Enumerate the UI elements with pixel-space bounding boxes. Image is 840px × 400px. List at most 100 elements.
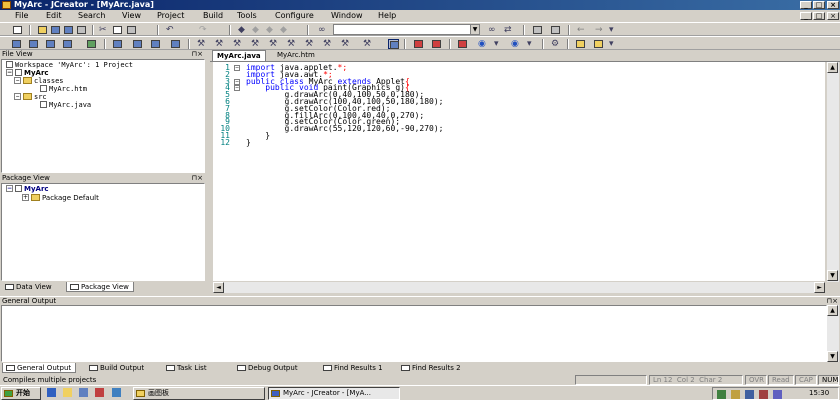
- menu-file[interactable]: File: [15, 11, 28, 21]
- doc-minimize-button[interactable]: _: [800, 12, 812, 20]
- build-button-7[interactable]: ⚒: [304, 39, 315, 49]
- doc-restore-button[interactable]: □: [813, 12, 825, 20]
- menu-project[interactable]: Project: [157, 11, 184, 21]
- package-default-node[interactable]: + Package Default: [22, 194, 99, 202]
- package-project-node[interactable]: − MyArc: [6, 185, 49, 193]
- full-screen-button[interactable]: [86, 39, 97, 49]
- output-view-button[interactable]: [62, 39, 73, 49]
- editor-horizontal-scrollbar[interactable]: ◄ ►: [213, 282, 825, 293]
- package-view-button[interactable]: [45, 39, 56, 49]
- jdk-profile-dropdown[interactable]: ▾: [493, 39, 504, 49]
- copy-button[interactable]: [112, 25, 123, 35]
- undo-button[interactable]: ↶: [165, 25, 176, 35]
- jdk-tools-button[interactable]: ◉: [510, 39, 521, 49]
- menu-configure[interactable]: Configure: [275, 11, 314, 21]
- project-node[interactable]: − MyArc: [6, 69, 49, 77]
- find-in-files-button[interactable]: ∞: [487, 25, 498, 35]
- fold-toggle-icon[interactable]: −: [234, 78, 240, 85]
- close-icon[interactable]: ×: [197, 50, 203, 59]
- menu-help[interactable]: Help: [378, 11, 396, 21]
- bookmark-clear-button[interactable]: ◆: [279, 25, 290, 35]
- tool-button[interactable]: ⚙: [550, 39, 561, 49]
- menu-build[interactable]: Build: [203, 11, 223, 21]
- context-help-button[interactable]: [593, 39, 604, 49]
- menu-edit[interactable]: Edit: [46, 11, 62, 21]
- window-split-button[interactable]: [150, 39, 161, 49]
- outdent-button[interactable]: [550, 25, 561, 35]
- src-folder-node[interactable]: − src: [14, 93, 47, 101]
- classes-folder-node[interactable]: − classes: [14, 77, 64, 85]
- indent-button[interactable]: [532, 25, 543, 35]
- save-button[interactable]: [50, 25, 61, 35]
- toolbar-options-button[interactable]: ▾: [608, 25, 619, 35]
- file-view-button[interactable]: [28, 39, 39, 49]
- tab-build-output[interactable]: Build Output: [86, 363, 148, 373]
- maximize-button[interactable]: □: [813, 1, 825, 9]
- taskbar-jcreator-button[interactable]: MyArc - JCreator - [MyA...: [268, 387, 400, 400]
- quick-launch-folder-icon[interactable]: [63, 388, 72, 397]
- build-button-8[interactable]: ⚒: [322, 39, 333, 49]
- quick-launch-ie-icon[interactable]: [47, 388, 56, 397]
- tray-icon-security[interactable]: [759, 390, 768, 399]
- back-button[interactable]: ←: [576, 25, 587, 35]
- tab-find-results-1[interactable]: Find Results 1: [320, 363, 387, 373]
- quick-launch-desktop-icon[interactable]: [79, 388, 88, 397]
- tab-general-output[interactable]: General Output: [2, 363, 77, 373]
- compile-file-button[interactable]: ⚒: [196, 39, 207, 49]
- code-line[interactable]: g.drawArc(55,120,120,60,-90,270);: [246, 125, 444, 133]
- quick-launch-app-icon[interactable]: [112, 388, 121, 397]
- redo-button[interactable]: ↷: [198, 25, 209, 35]
- save-all-button[interactable]: [63, 25, 74, 35]
- code-editor[interactable]: 1 import java.applet.*; 2 import java.awt.*…: [213, 62, 825, 281]
- close-button[interactable]: ×: [827, 1, 839, 9]
- build-button-10[interactable]: ⚒: [362, 39, 373, 49]
- tab-data-view[interactable]: Data View: [2, 282, 56, 292]
- tray-icon-input[interactable]: [745, 390, 754, 399]
- find-button[interactable]: ∞: [317, 25, 328, 35]
- tray-icon-volume[interactable]: [731, 390, 740, 399]
- output-vertical-scrollbar[interactable]: ▲ ▼: [827, 305, 839, 362]
- tray-icon-network[interactable]: [717, 390, 726, 399]
- minimize-button[interactable]: _: [800, 1, 812, 9]
- window-tile-button[interactable]: [132, 39, 143, 49]
- collapse-icon[interactable]: −: [14, 93, 21, 100]
- scroll-down-button[interactable]: ▼: [827, 351, 838, 362]
- jdk-profile-button[interactable]: ◉: [477, 39, 488, 49]
- window-cascade-button[interactable]: [112, 39, 123, 49]
- print-button[interactable]: [76, 25, 87, 35]
- cut-button[interactable]: ✂: [98, 25, 109, 35]
- execute-file-button[interactable]: [413, 39, 424, 49]
- expand-icon[interactable]: +: [22, 194, 29, 201]
- forward-button[interactable]: →: [594, 25, 605, 35]
- htm-file-node[interactable]: MyArc.htm: [40, 85, 87, 93]
- menu-window[interactable]: Window: [331, 11, 363, 21]
- fold-toggle-icon[interactable]: −: [234, 65, 240, 71]
- output-pane[interactable]: [1, 305, 827, 362]
- help-button[interactable]: [575, 39, 586, 49]
- fold-toggle-icon[interactable]: −: [234, 85, 240, 92]
- compile-project-button[interactable]: ⚒: [214, 39, 225, 49]
- close-icon[interactable]: ×: [197, 174, 203, 183]
- collapse-icon[interactable]: −: [6, 185, 13, 192]
- start-button[interactable]: 开始: [1, 387, 41, 400]
- build-button-5[interactable]: ⚒: [268, 39, 279, 49]
- open-button[interactable]: [37, 25, 48, 35]
- editor-vertical-scrollbar[interactable]: ▲ ▼: [827, 62, 839, 282]
- collapse-icon[interactable]: −: [14, 77, 21, 84]
- tab-find-results-2[interactable]: Find Results 2: [398, 363, 465, 373]
- collapse-icon[interactable]: −: [6, 69, 13, 76]
- java-file-node[interactable]: MyArc.java: [40, 101, 91, 109]
- build-all-button[interactable]: ⚒: [250, 39, 261, 49]
- menu-view[interactable]: View: [122, 11, 141, 21]
- scroll-down-button[interactable]: ▼: [827, 270, 838, 281]
- bookmark-button[interactable]: ◆: [237, 25, 248, 35]
- jdk-tools-dropdown[interactable]: ▾: [526, 39, 537, 49]
- compile-multiple-projects-button[interactable]: [388, 39, 399, 49]
- bookmark-next-button[interactable]: ◆: [251, 25, 262, 35]
- build-button-6[interactable]: ⚒: [286, 39, 297, 49]
- scroll-up-button[interactable]: ▲: [827, 305, 838, 316]
- workspace-button[interactable]: [11, 39, 22, 49]
- workspace-node[interactable]: Workspace 'MyArc': 1 Project: [6, 61, 133, 69]
- tab-myarc-htm[interactable]: MyArc.htm: [273, 50, 319, 61]
- menu-search[interactable]: Search: [78, 11, 105, 21]
